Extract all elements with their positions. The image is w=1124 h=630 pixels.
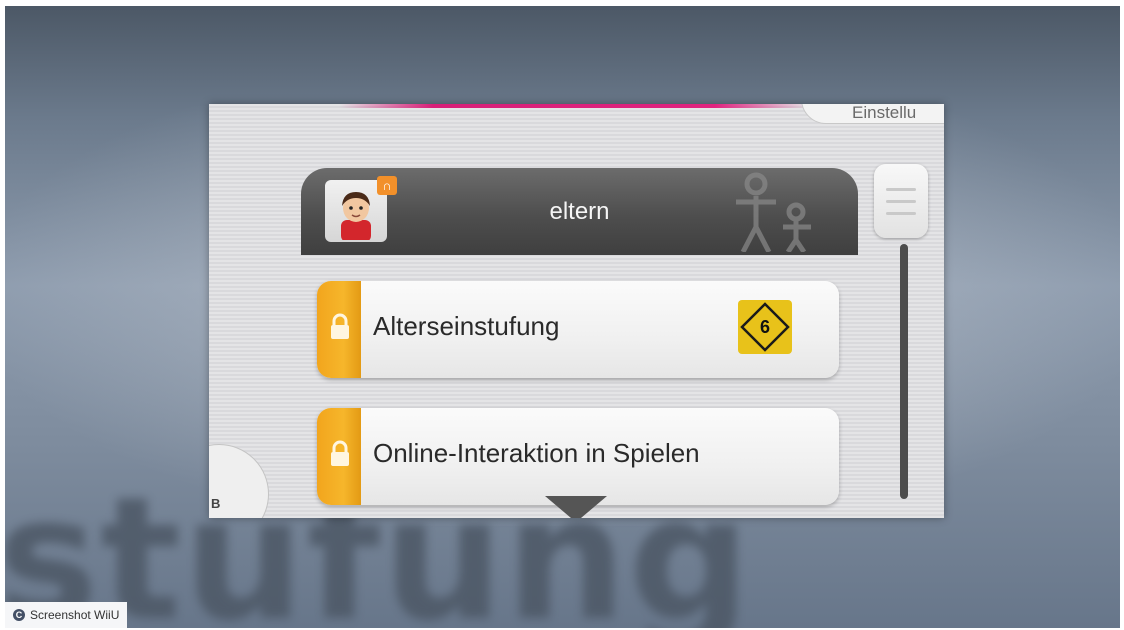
lock-icon	[331, 440, 349, 466]
lock-tab	[317, 408, 361, 505]
usk-age-badge: 6	[738, 300, 792, 354]
scrollbar-thumb[interactable]	[874, 164, 928, 238]
parent-key-icon: ∩	[377, 176, 397, 195]
accent-line	[339, 104, 809, 108]
age-rating-label: Alterseinstufung	[373, 311, 560, 341]
scroll-down-arrow-icon[interactable]	[545, 496, 607, 518]
scrollbar-track[interactable]	[900, 244, 908, 499]
settings-tab-label: Einstellu	[852, 104, 917, 122]
wiiu-parental-settings-screen: Einstellu ∩ eltern Alterseinstufung 6 On…	[209, 104, 944, 518]
copyright-icon: C	[13, 609, 25, 621]
back-button-label: B	[211, 496, 221, 511]
settings-tab[interactable]: Einstellu	[801, 104, 944, 124]
caption-text: Screenshot WiiU	[30, 608, 120, 622]
user-header: ∩ eltern	[301, 168, 858, 255]
lock-icon	[331, 313, 349, 339]
online-interaction-label: Online-Interaktion in Spielen	[373, 438, 700, 468]
online-interaction-item[interactable]: Online-Interaktion in Spielen	[317, 408, 839, 505]
lock-tab	[317, 281, 361, 378]
image-caption: C Screenshot WiiU	[5, 602, 128, 628]
family-icon	[736, 172, 811, 252]
age-rating-value: 6	[759, 317, 770, 337]
age-rating-item[interactable]: Alterseinstufung 6	[317, 281, 839, 378]
